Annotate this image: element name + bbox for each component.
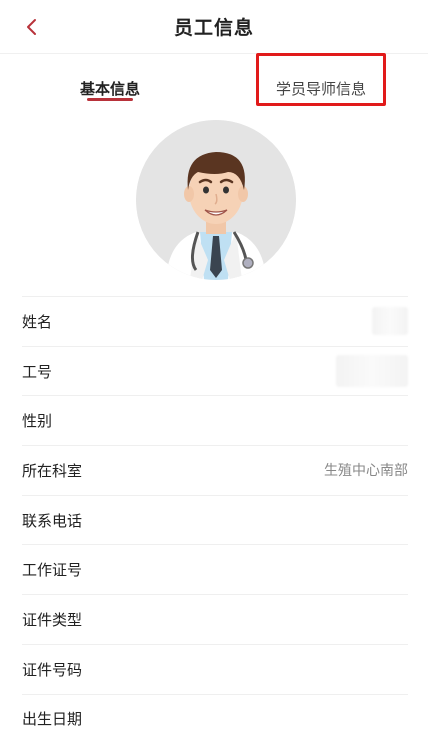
field-value-redacted	[336, 355, 408, 388]
chevron-left-icon	[27, 19, 36, 35]
info-list: 姓名 工号 性别 所在科室 生殖中心南部 联系电话 工作证号 证件类型 证件号码…	[0, 296, 428, 743]
field-label: 工作证号	[22, 561, 83, 580]
field-label: 出生日期	[22, 710, 83, 729]
field-row-birth-date: 出生日期	[22, 693, 408, 744]
field-row-id-number: 证件号码	[22, 643, 408, 694]
field-row-phone: 联系电话	[22, 494, 408, 545]
active-tab-indicator	[87, 98, 133, 101]
field-label: 姓名	[22, 312, 53, 331]
tab-basic-info[interactable]: 基本信息	[60, 66, 160, 110]
field-label: 证件号码	[22, 660, 83, 679]
field-label: 证件类型	[22, 610, 83, 629]
back-button[interactable]	[20, 15, 44, 39]
field-row-employee-id: 工号	[22, 345, 408, 396]
doctor-avatar-icon	[136, 120, 296, 280]
top-navigation-bar: 员工信息	[0, 0, 428, 54]
field-label: 联系电话	[22, 511, 83, 530]
field-value: 生殖中心南部	[324, 463, 408, 480]
field-row-work-id: 工作证号	[22, 544, 408, 594]
page-title: 员工信息	[173, 17, 254, 39]
tab-mentor-info[interactable]: 学员导师信息	[258, 66, 384, 110]
field-row-gender: 性别	[22, 395, 408, 445]
field-row-name: 姓名	[22, 296, 408, 346]
field-row-department: 所在科室 生殖中心南部	[22, 445, 408, 495]
field-value-redacted	[372, 307, 408, 336]
field-label: 工号	[22, 362, 53, 381]
field-label: 性别	[22, 412, 53, 431]
field-label: 所在科室	[22, 461, 83, 480]
field-row-id-type: 证件类型	[22, 594, 408, 644]
avatar	[136, 120, 296, 280]
tab-bar: 基本信息 学员导师信息	[0, 54, 428, 122]
